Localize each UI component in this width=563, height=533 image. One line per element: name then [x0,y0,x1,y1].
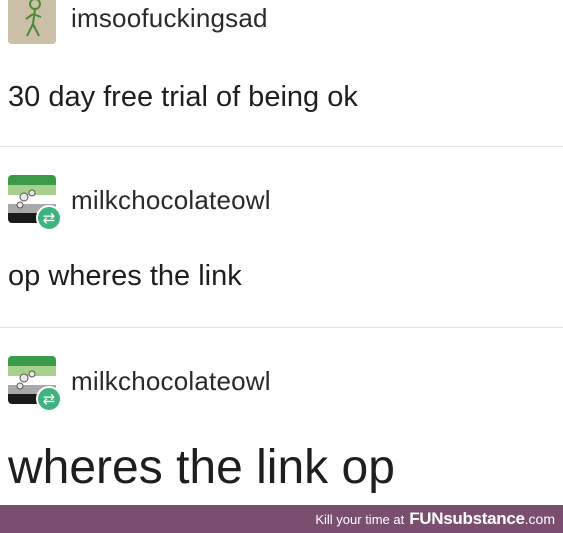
reblog-icon: ⇄ [36,205,62,231]
stick-figure-avatar[interactable] [8,0,56,44]
watermark-bar: Kill your time at FUNsubstance .com [0,505,563,533]
stick-figure-icon [8,0,56,44]
post-1: imsoofuckingsad 30 day free trial of bei… [0,0,563,146]
watermark-domain: .com [524,511,555,527]
post-3: ⇄ milkchocolateowl wheres the link op [0,328,563,505]
post-text-large: wheres the link op [8,441,395,494]
post-username[interactable]: milkchocolateowl [71,185,271,215]
watermark-prefix: Kill your time at [315,511,405,527]
watermark-brand: FUNsubstance [409,509,525,528]
post-text: 30 day free trial of being ok [8,81,358,113]
reblog-icon: ⇄ [36,386,62,412]
post-username[interactable]: imsoofuckingsad [71,3,268,33]
post-username[interactable]: milkchocolateowl [71,366,271,396]
watermark-text: Kill your time at FUNsubstance .com [315,505,555,533]
post-text: op wheres the link [8,260,242,292]
post-2: ⇄ milkchocolateowl op wheres the link [0,147,563,327]
